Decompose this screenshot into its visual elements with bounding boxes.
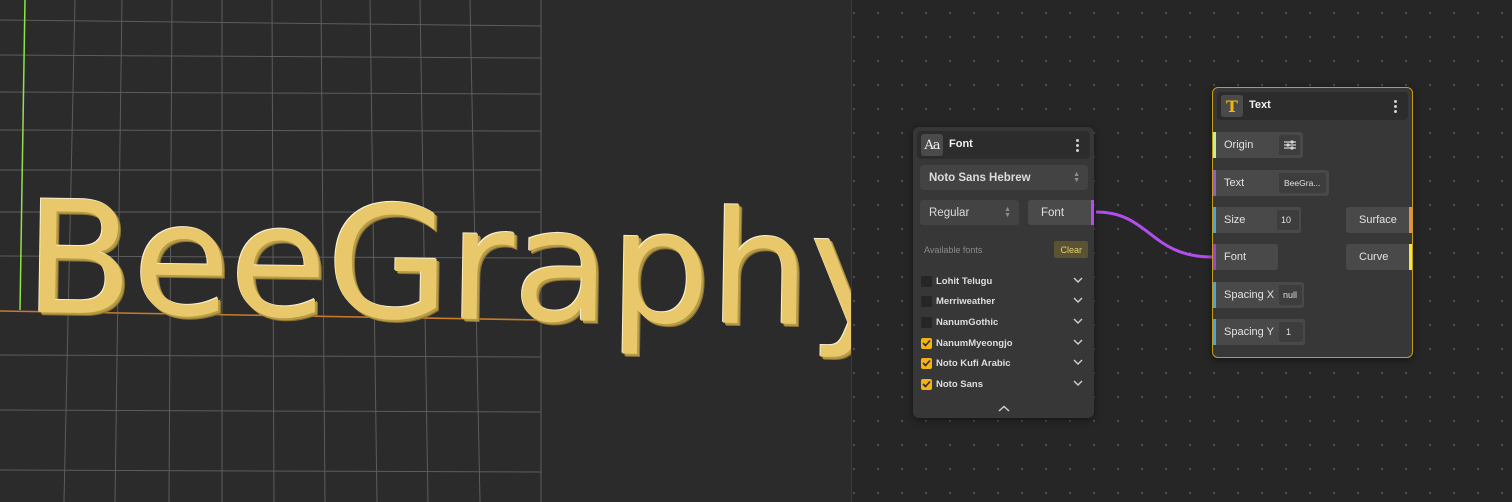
font-list-item-label: Noto Kufi Arabic [936, 357, 1011, 369]
chevron-down-icon[interactable] [1073, 379, 1083, 387]
input-size[interactable]: Size 10 [1213, 207, 1301, 233]
port-connector [1213, 244, 1216, 270]
input-spacing-y[interactable]: Spacing Y 1 [1213, 319, 1305, 345]
output-surface-label: Surface [1359, 214, 1397, 226]
checkbox-checked-icon[interactable] [921, 378, 932, 390]
input-spacing-y-label: Spacing Y [1224, 326, 1274, 338]
collapse-chevron-up-icon[interactable] [997, 405, 1010, 413]
font-style-value: Regular [929, 206, 970, 219]
chevron-down-icon[interactable] [1073, 296, 1083, 304]
font-list-item[interactable]: NanumMyeongjo [921, 335, 1086, 351]
text-t-icon: T [1221, 95, 1243, 117]
checkbox-checked-icon[interactable] [921, 357, 932, 369]
checkbox-checked-icon[interactable] [921, 337, 932, 349]
font-family-select[interactable]: Noto Sans Hebrew ▲ ▼ [920, 165, 1088, 190]
text-node[interactable]: T Text Origin Text BeeGra... Size 10 Fon… [1212, 87, 1413, 358]
checkbox-icon[interactable] [921, 275, 932, 287]
font-node[interactable]: Aa Font Noto Sans Hebrew ▲ ▼ Regular ▲ ▼ F… [913, 127, 1094, 418]
font-list-item-label: NanumGothic [936, 316, 999, 328]
font-list-item-label: Merriweather [936, 295, 996, 307]
text-3d-preview: BeeGraphy [23, 167, 851, 363]
checkbox-icon[interactable] [921, 316, 932, 328]
font-node-header[interactable]: Aa Font [917, 131, 1090, 159]
port-connector [1409, 244, 1412, 270]
text-node-header[interactable]: T Text [1217, 92, 1408, 120]
font-node-title: Font [949, 138, 973, 150]
input-text-value[interactable]: BeeGra... [1279, 173, 1326, 193]
input-text[interactable]: Text BeeGra... [1213, 170, 1329, 196]
font-style-select[interactable]: Regular ▲ ▼ [920, 200, 1019, 225]
font-aa-icon: Aa [921, 134, 943, 156]
settings-sliders-icon[interactable] [1279, 135, 1300, 155]
port-connector [1213, 282, 1216, 308]
input-spacing-x[interactable]: Spacing X null [1213, 282, 1304, 308]
font-list-item[interactable]: Lohit Telugu [921, 273, 1086, 289]
output-curve[interactable]: Curve [1346, 244, 1412, 270]
input-spacing-y-value[interactable]: 1 [1279, 322, 1303, 342]
port-connector [1213, 132, 1216, 158]
available-fonts-label: Available fonts [924, 245, 983, 255]
port-connector [1091, 200, 1094, 225]
input-size-label: Size [1224, 214, 1246, 226]
text-node-menu-icon[interactable] [1388, 96, 1402, 116]
input-font[interactable]: Font [1213, 244, 1278, 270]
font-family-value: Noto Sans Hebrew [929, 171, 1031, 184]
output-curve-label: Curve [1359, 251, 1389, 263]
font-node-menu-icon[interactable] [1070, 135, 1084, 155]
font-list-item-label: Lohit Telugu [936, 275, 993, 287]
port-connector [1409, 207, 1412, 233]
port-connector [1213, 207, 1216, 233]
input-size-value[interactable]: 10 [1277, 210, 1299, 230]
updown-icon: ▲ ▼ [1073, 170, 1080, 184]
input-text-label: Text [1224, 177, 1245, 189]
chevron-down-icon[interactable] [1073, 276, 1083, 284]
font-list-item[interactable]: NanumGothic [921, 314, 1086, 330]
font-list-item-label: Noto Sans [936, 378, 983, 390]
chevron-down-icon[interactable] [1073, 317, 1083, 325]
font-list-item[interactable]: Noto Sans [921, 376, 1086, 392]
updown-icon: ▲ ▼ [1004, 205, 1011, 219]
font-list-item[interactable]: Merriweather [921, 293, 1086, 309]
font-output-label: Font [1041, 206, 1065, 219]
chevron-down-icon[interactable] [1073, 338, 1083, 346]
port-connector [1213, 319, 1216, 345]
chevron-down-icon[interactable] [1073, 358, 1083, 366]
font-list-item-label: NanumMyeongjo [936, 337, 1013, 349]
input-spacing-x-value[interactable]: null [1279, 285, 1302, 305]
checkbox-icon[interactable] [921, 295, 932, 307]
font-output-port[interactable]: Font [1028, 200, 1094, 225]
3d-viewport[interactable]: BeeGraphy [0, 0, 851, 502]
clear-button[interactable]: Clear [1054, 241, 1088, 258]
text-node-title: Text [1249, 99, 1271, 111]
input-origin[interactable]: Origin [1213, 132, 1303, 158]
output-surface[interactable]: Surface [1346, 207, 1412, 233]
input-font-label: Font [1224, 251, 1247, 263]
font-list-item[interactable]: Noto Kufi Arabic [921, 355, 1086, 371]
input-spacing-x-label: Spacing X [1224, 289, 1275, 301]
port-connector [1213, 170, 1216, 196]
input-origin-label: Origin [1224, 139, 1254, 151]
